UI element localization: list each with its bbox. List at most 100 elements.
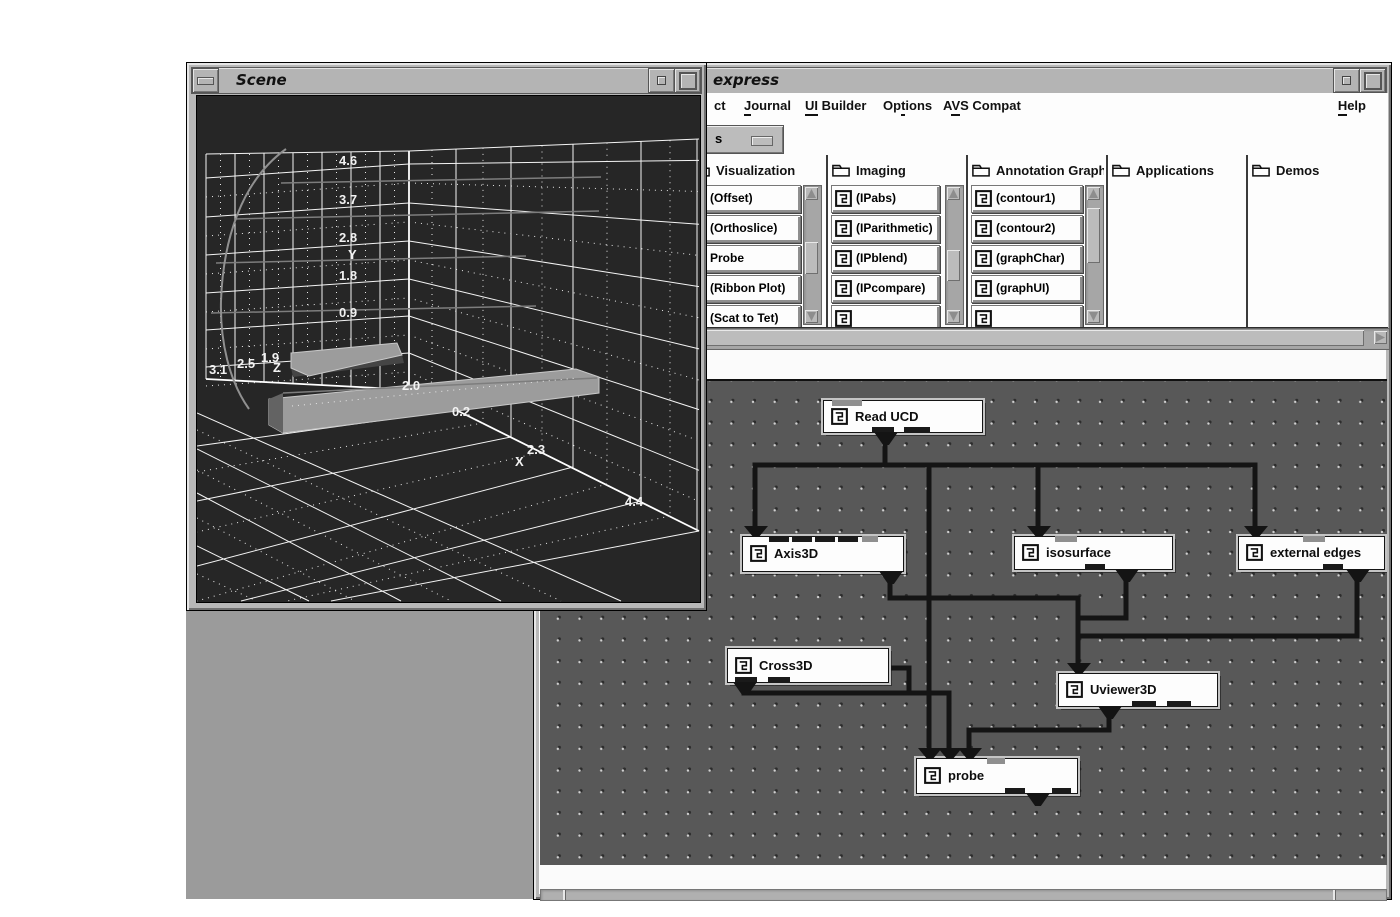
probe-slab-endcap bbox=[269, 393, 283, 433]
input-port[interactable] bbox=[815, 536, 835, 542]
minimize-button[interactable] bbox=[648, 68, 675, 93]
maximize-button[interactable] bbox=[1359, 68, 1386, 93]
probe-slab-lower bbox=[269, 369, 599, 433]
scroll-up-arrow[interactable] bbox=[947, 187, 960, 200]
input-port[interactable] bbox=[832, 400, 862, 406]
grid-line bbox=[206, 151, 409, 154]
scroll-down-arrow[interactable] bbox=[1087, 310, 1100, 323]
menu-item-options[interactable]: Options bbox=[883, 98, 932, 113]
output-port[interactable] bbox=[768, 677, 790, 683]
grid-line bbox=[234, 211, 599, 219]
scroll-down-arrow[interactable] bbox=[947, 310, 960, 323]
palette-item--graphchar-[interactable]: (graphChar) bbox=[971, 245, 1083, 273]
input-port[interactable] bbox=[862, 536, 878, 542]
desktop: express ctJournalUI BuilderOptionsAVS Co… bbox=[0, 0, 1400, 917]
wire-external-edges-to-uviewer3d[interactable] bbox=[1078, 577, 1357, 636]
scroll-up-arrow[interactable] bbox=[805, 187, 818, 200]
scroll-up-arrow[interactable] bbox=[1087, 187, 1100, 200]
palette-item--ipblend-[interactable]: (IPblend) bbox=[831, 245, 940, 273]
minimize-button[interactable] bbox=[1333, 68, 1360, 93]
output-port[interactable] bbox=[1052, 788, 1071, 794]
module-label: Cross3D bbox=[759, 658, 812, 673]
scene-window: Scene 4.63.72.8Y1.80.93.12.51.9Z2.00.22.… bbox=[186, 62, 707, 611]
palette-item--contour1-[interactable]: (contour1) bbox=[971, 185, 1083, 213]
palette-category-applications[interactable]: Applications bbox=[1112, 163, 1244, 181]
grid-line bbox=[409, 139, 699, 151]
scene-titlebar[interactable]: Scene bbox=[191, 67, 702, 94]
module-external-edges[interactable]: external edges bbox=[1238, 536, 1385, 570]
grid-line bbox=[281, 177, 601, 183]
scrollbar-thumb[interactable] bbox=[947, 250, 960, 282]
palette-item-partial[interactable] bbox=[831, 305, 940, 329]
input-port[interactable] bbox=[769, 536, 789, 542]
palette-category-annotation-graphing[interactable]: Annotation Graphing bbox=[972, 163, 1104, 181]
palette-column-divider bbox=[1246, 155, 1248, 327]
output-port[interactable] bbox=[1005, 788, 1025, 794]
maximize-button[interactable] bbox=[674, 68, 701, 93]
minimize-icon bbox=[657, 76, 666, 85]
palette-item--ipcompare-[interactable]: (IPcompare) bbox=[831, 275, 940, 303]
module-uviewer3d[interactable]: Uviewer3D bbox=[1058, 673, 1218, 707]
axis-label-0-2: 0.2 bbox=[452, 404, 470, 419]
module-read-ucd[interactable]: Read UCD bbox=[823, 400, 983, 433]
grid-line bbox=[197, 470, 451, 601]
wire-cross3d-to-probe[interactable] bbox=[744, 686, 949, 761]
input-port[interactable] bbox=[1303, 536, 1325, 542]
wire-axis3d-to-uviewer3d[interactable] bbox=[890, 577, 1078, 598]
axis-label-4-6: 4.6 bbox=[339, 153, 357, 168]
input-port[interactable] bbox=[987, 758, 1005, 764]
output-port[interactable] bbox=[1323, 564, 1343, 570]
palette-item-label: (graphChar) bbox=[996, 251, 1065, 265]
palette-category-demos[interactable]: Demos bbox=[1252, 163, 1384, 181]
axis-label-3-1: 3.1 bbox=[209, 362, 227, 377]
palette-scrollbar-visualization[interactable] bbox=[803, 185, 822, 325]
module-cross3d[interactable]: Cross3D bbox=[727, 648, 889, 683]
wire-isosurface-to-uviewer3d[interactable] bbox=[1078, 577, 1126, 618]
scene-window-title: Scene bbox=[236, 71, 287, 89]
module-icon bbox=[750, 545, 767, 562]
palette-category-imaging[interactable]: Imaging bbox=[832, 163, 964, 181]
module-isosurface[interactable]: isosurface bbox=[1014, 536, 1173, 570]
module-icon bbox=[1022, 544, 1039, 561]
input-port[interactable] bbox=[1055, 536, 1077, 542]
palette-item--graphui-[interactable]: (graphUI) bbox=[971, 275, 1083, 303]
menu-item-help[interactable]: Help bbox=[1338, 98, 1366, 113]
scrollbar-thumb[interactable] bbox=[1087, 208, 1100, 263]
workspace-horizontal-scrollbar[interactable] bbox=[540, 889, 1387, 901]
output-port[interactable] bbox=[1085, 564, 1105, 570]
palette-scrollbar-imaging[interactable] bbox=[945, 185, 964, 325]
grid-line bbox=[409, 298, 699, 380]
palette-item--ipabs-[interactable]: (IPabs) bbox=[831, 185, 940, 213]
module-label: external edges bbox=[1270, 545, 1361, 560]
axis-label-2-3: 2.3 bbox=[527, 442, 545, 457]
menu-item-avs-compat[interactable]: AVS Compat bbox=[943, 98, 1021, 113]
menu-item-journal[interactable]: Journal bbox=[744, 98, 791, 113]
grid-line bbox=[409, 279, 699, 349]
axis-label-x: X bbox=[515, 454, 524, 469]
palette-category-visualization[interactable]: Visualization bbox=[692, 163, 824, 181]
scroll-right-arrow[interactable] bbox=[1374, 331, 1387, 344]
palette-item--contour2-[interactable]: (contour2) bbox=[971, 215, 1083, 243]
palette-item--iparithmetic-[interactable]: (IParithmetic) bbox=[831, 215, 940, 243]
menu-item-ct[interactable]: ct bbox=[714, 98, 726, 113]
output-port[interactable] bbox=[1167, 701, 1191, 707]
input-port[interactable] bbox=[792, 536, 812, 542]
scene-3d-viewport[interactable]: 4.63.72.8Y1.80.93.12.51.9Z2.00.22.3X4.4 bbox=[196, 95, 701, 603]
axis-label-y: Y bbox=[348, 247, 357, 262]
palette-category-label: Visualization bbox=[716, 163, 795, 178]
input-port[interactable] bbox=[838, 536, 858, 542]
wire-cross3d-to-probe-jog[interactable] bbox=[891, 668, 909, 693]
palette-item-partial[interactable] bbox=[971, 305, 1083, 329]
module-axis3d[interactable]: Axis3D bbox=[742, 536, 904, 572]
axis-label-z: Z bbox=[273, 360, 281, 375]
scrollbar-thumb[interactable] bbox=[805, 242, 818, 274]
module-probe[interactable]: probe bbox=[916, 758, 1078, 794]
output-port[interactable] bbox=[1132, 701, 1156, 707]
output-port[interactable] bbox=[904, 427, 930, 433]
menu-item-ui-builder[interactable]: UI Builder bbox=[805, 98, 866, 113]
palette-scrollbar-annotation-graphing[interactable] bbox=[1085, 185, 1104, 325]
scroll-down-arrow[interactable] bbox=[805, 310, 818, 323]
wire-uviewer3d-to-probe[interactable] bbox=[969, 713, 1109, 761]
axis-label-1-8: 1.8 bbox=[339, 268, 357, 283]
window-menu-button[interactable] bbox=[192, 68, 219, 93]
